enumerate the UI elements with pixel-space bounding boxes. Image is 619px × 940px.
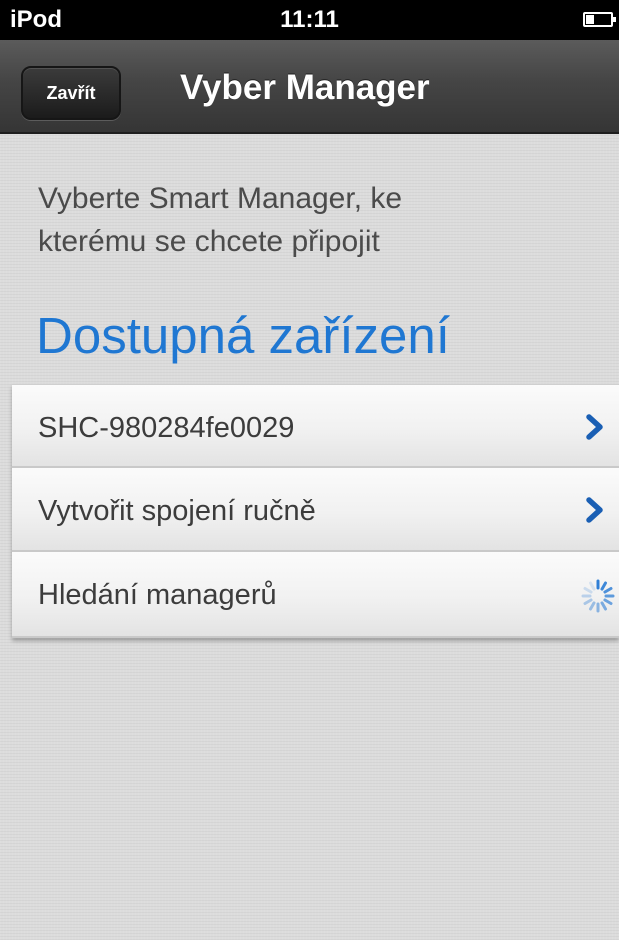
device-list: SHC-980284fe0029 Vytvořit spojení ručně … xyxy=(12,384,619,638)
list-item-device[interactable]: SHC-980284fe0029 xyxy=(12,384,619,468)
list-item-label: SHC-980284fe0029 xyxy=(38,412,295,444)
list-item-manual-connection[interactable]: Vytvořit spojení ručně xyxy=(12,468,619,552)
chevron-right-icon xyxy=(586,497,603,523)
battery-icon xyxy=(583,12,616,27)
loading-spinner-icon xyxy=(581,579,615,613)
list-item-searching-managers: Hledání managerů xyxy=(12,552,619,638)
navigation-bar: Zavřít Vyber Manager xyxy=(0,40,619,134)
list-item-label: Hledání managerů xyxy=(38,579,277,611)
page-title: Vyber Manager xyxy=(180,68,430,107)
chevron-right-icon xyxy=(586,414,603,440)
clock: 11:11 xyxy=(280,6,339,33)
instruction-line: kterému se chcete připojit xyxy=(38,225,380,258)
status-bar: iPod 11:11 xyxy=(0,0,619,40)
instruction-text: Vyberte Smart Manager, ke kterému se chc… xyxy=(38,177,598,263)
close-button[interactable]: Zavřít xyxy=(21,66,121,120)
list-item-label: Vytvořit spojení ručně xyxy=(38,495,316,527)
section-title-available-devices: Dostupná zařízení xyxy=(36,307,450,364)
instruction-line: Vyberte Smart Manager, ke xyxy=(38,182,403,215)
